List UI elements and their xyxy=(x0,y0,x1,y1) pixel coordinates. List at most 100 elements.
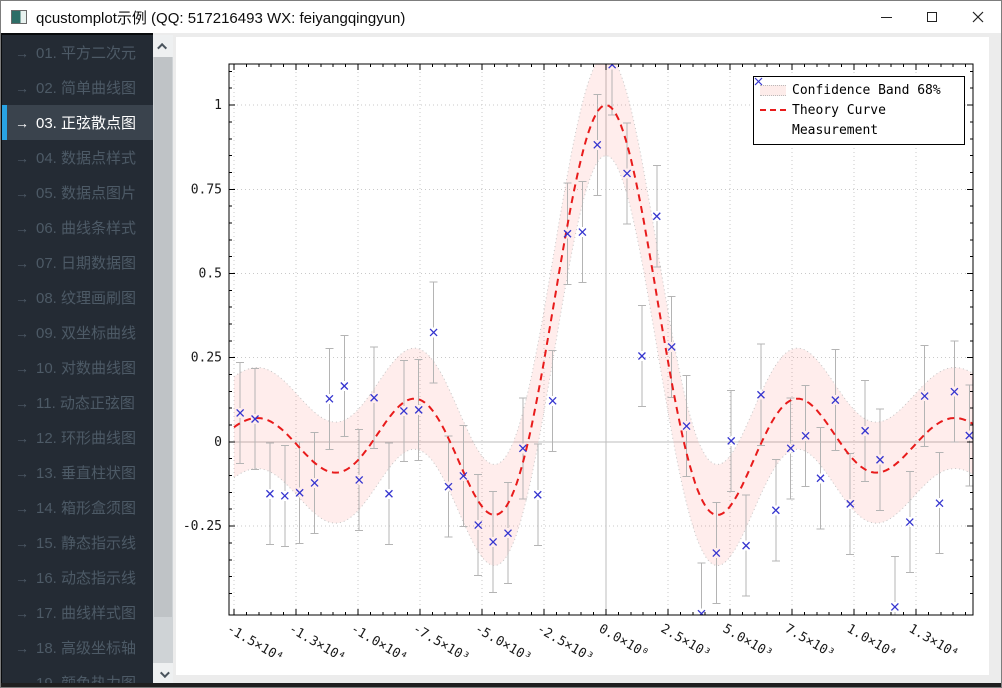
sidebar-item-label: 06. 曲线条样式 xyxy=(36,217,136,238)
sidebar-item-13[interactable]: → 13. 垂直柱状图 xyxy=(2,455,153,490)
arrow-icon: → xyxy=(15,45,29,61)
sidebar-item-07[interactable]: → 07. 日期数据图 xyxy=(2,245,153,280)
sidebar-item-label: 04. 数据点样式 xyxy=(36,147,136,168)
plot-widget: -0.2500.250.50.751-1.5×10⁴-1.3×10⁴-1.0×1… xyxy=(176,37,989,675)
selected-accent-bar xyxy=(2,140,7,175)
dashed-line-swatch-icon xyxy=(754,109,792,111)
legend-label: Confidence Band 68% xyxy=(792,83,941,98)
sidebar-item-10[interactable]: → 10. 对数曲线图 xyxy=(2,350,153,385)
plot-legend: Confidence Band 68% Theory Curve Measure… xyxy=(753,76,965,145)
sidebar-item-08[interactable]: →08. 纹理画刷图 xyxy=(2,280,153,315)
svg-text:0: 0 xyxy=(214,435,222,450)
chevron-down-icon xyxy=(159,668,169,678)
selected-accent-bar xyxy=(2,175,7,210)
scroll-down-button[interactable] xyxy=(153,663,173,685)
svg-text:-5.0×10³: -5.0×10³ xyxy=(472,621,534,665)
selected-accent-bar xyxy=(2,35,7,70)
svg-text:-7.5×10³: -7.5×10³ xyxy=(410,621,472,665)
svg-text:-0.25: -0.25 xyxy=(183,519,222,534)
svg-text:-1.0×10⁴: -1.0×10⁴ xyxy=(348,621,410,665)
chevron-up-icon xyxy=(157,42,167,52)
sidebar-item-01[interactable]: → 01. 平方二次元 xyxy=(2,35,153,70)
arrow-icon: → xyxy=(15,395,29,411)
sidebar-item-label: 15. 静态指示线 xyxy=(36,532,136,553)
svg-text:5.0×10³: 5.0×10³ xyxy=(720,621,775,661)
minimize-icon xyxy=(881,17,892,18)
selected-accent-bar xyxy=(2,385,7,420)
selected-accent-bar xyxy=(2,315,7,350)
selected-accent-bar xyxy=(2,105,7,140)
arrow-icon: → xyxy=(15,80,29,96)
selected-accent-bar xyxy=(2,455,7,490)
legend-row-measurement: Measurement xyxy=(754,120,964,140)
arrow-icon: → xyxy=(15,535,29,551)
confidence-band-swatch-icon xyxy=(754,85,792,96)
sidebar-item-label: 01. 平方二次元 xyxy=(36,42,136,63)
app-icon xyxy=(11,10,27,24)
selected-accent-bar xyxy=(2,210,7,245)
minimize-button[interactable] xyxy=(863,1,909,33)
selected-accent-bar xyxy=(2,245,7,280)
arrow-icon: → xyxy=(15,465,29,481)
svg-text:-2.5×10³: -2.5×10³ xyxy=(534,621,596,665)
sidebar-item-label: 03. 正弦散点图 xyxy=(36,112,136,133)
selected-accent-bar xyxy=(2,280,7,315)
sidebar-item-11[interactable]: → 11. 动态正弦图 xyxy=(2,385,153,420)
sidebar-item-12[interactable]: →12. 环形曲线图 xyxy=(2,420,153,455)
arrow-icon: → xyxy=(15,360,29,376)
sidebar-item-03[interactable]: →03. 正弦散点图 xyxy=(2,105,153,140)
sidebar-item-17[interactable]: →17. 曲线样式图 xyxy=(2,595,153,630)
svg-text:-1.3×10⁴: -1.3×10⁴ xyxy=(286,621,348,665)
sidebar-item-label: 02. 简单曲线图 xyxy=(36,77,136,98)
arrow-icon: → xyxy=(15,570,29,586)
maximize-button[interactable] xyxy=(909,1,955,33)
sidebar-item-04[interactable]: →04. 数据点样式 xyxy=(2,140,153,175)
sidebar-item-label: 16. 动态指示线 xyxy=(36,567,136,588)
arrow-icon: → xyxy=(15,255,29,271)
scroll-up-button[interactable] xyxy=(153,35,173,57)
sidebar-item-label: 10. 对数曲线图 xyxy=(36,357,136,378)
svg-text:7.5×10³: 7.5×10³ xyxy=(782,621,837,661)
selected-accent-bar xyxy=(2,490,7,525)
app-window: qcustomplot示例 (QQ: 517216493 WX: feiyang… xyxy=(0,0,1002,688)
main-area: -0.2500.250.50.751-1.5×10⁴-1.3×10⁴-1.0×1… xyxy=(173,33,1002,685)
scrollbar-thumb[interactable] xyxy=(154,57,172,617)
sidebar-item-02[interactable]: → 02. 简单曲线图 xyxy=(2,70,153,105)
sidebar-item-label: 08. 纹理画刷图 xyxy=(36,287,136,308)
sidebar-item-09[interactable]: → 09. 双坐标曲线 xyxy=(2,315,153,350)
svg-text:0.75: 0.75 xyxy=(191,182,222,197)
sidebar-item-15[interactable]: → 15. 静态指示线 xyxy=(2,525,153,560)
svg-text:-1.5×10⁴: -1.5×10⁴ xyxy=(224,621,286,665)
sidebar-item-label: 14. 箱形盒须图 xyxy=(36,497,136,518)
sidebar-item-label: 18. 高级坐标轴 xyxy=(36,637,136,658)
arrow-icon: → xyxy=(15,605,29,621)
arrow-icon: → xyxy=(15,430,29,446)
selected-accent-bar xyxy=(2,630,7,665)
svg-text:2.5×10³: 2.5×10³ xyxy=(658,621,713,661)
selected-accent-bar xyxy=(2,525,7,560)
sidebar-scrollbar[interactable] xyxy=(153,35,173,685)
sidebar-item-06[interactable]: → 06. 曲线条样式 xyxy=(2,210,153,245)
arrow-icon: → xyxy=(15,640,29,656)
sidebar-item-label: 09. 双坐标曲线 xyxy=(36,322,136,343)
sidebar-item-label: 07. 日期数据图 xyxy=(36,252,136,273)
sidebar-item-05[interactable]: → 05. 数据点图片 xyxy=(2,175,153,210)
selected-accent-bar xyxy=(2,595,7,630)
sidebar-list: →01. 平方二次元→02. 简单曲线图→03. 正弦散点图→04. 数据点样式… xyxy=(2,35,153,688)
svg-text:1: 1 xyxy=(214,98,222,113)
selected-accent-bar xyxy=(2,560,7,595)
arrow-icon: → xyxy=(15,325,29,341)
arrow-icon: → xyxy=(15,220,29,236)
legend-row-theory-curve: Theory Curve xyxy=(754,100,964,120)
sidebar-item-label: 13. 垂直柱状图 xyxy=(36,462,136,483)
sidebar-item-14[interactable]: →14. 箱形盒须图 xyxy=(2,490,153,525)
maximize-icon xyxy=(927,12,937,22)
window-title: qcustomplot示例 (QQ: 517216493 WX: feiyang… xyxy=(36,7,405,28)
selected-accent-bar xyxy=(2,420,7,455)
arrow-icon: → xyxy=(15,185,29,201)
sidebar-item-16[interactable]: → 16. 动态指示线 xyxy=(2,560,153,595)
sidebar-item-label: 05. 数据点图片 xyxy=(36,182,136,203)
close-button[interactable] xyxy=(955,1,1001,33)
sidebar-item-label: 11. 动态正弦图 xyxy=(36,392,135,413)
sidebar-item-18[interactable]: → 18. 高级坐标轴 xyxy=(2,630,153,665)
